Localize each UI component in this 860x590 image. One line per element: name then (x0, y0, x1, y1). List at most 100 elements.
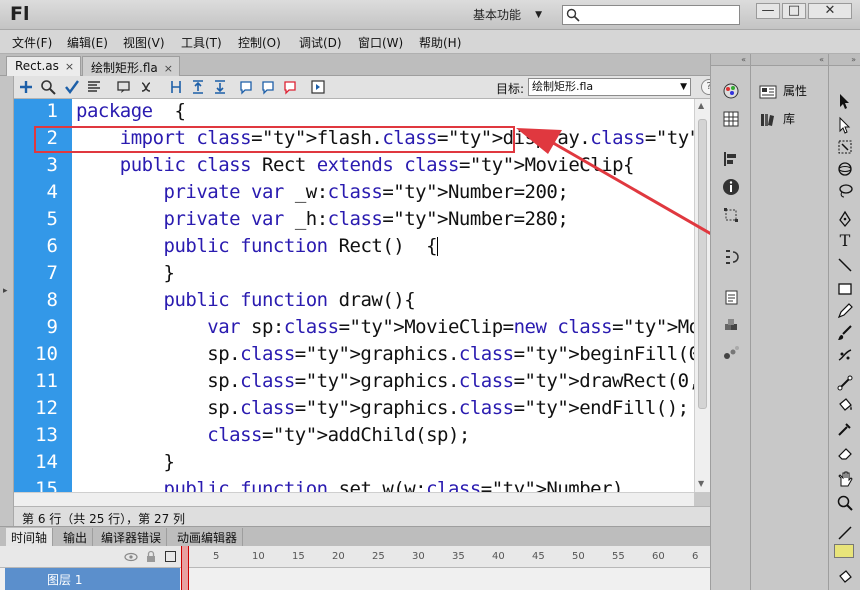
panel-collapse-bar[interactable]: « (751, 54, 828, 66)
apply-line-comment-icon[interactable] (260, 79, 276, 95)
eraser-tool-icon[interactable] (836, 444, 854, 462)
properties-tab[interactable]: 属性 (759, 82, 807, 100)
tab-output[interactable]: 输出 (58, 528, 94, 547)
motion-presets-icon[interactable] (722, 344, 740, 362)
code-line[interactable]: 13 class="ty">addChild(sp); (14, 423, 694, 450)
app-logo: Fl (10, 3, 30, 25)
eye-icon[interactable] (124, 551, 138, 563)
deco-tool-icon[interactable] (836, 346, 854, 364)
horizontal-scrollbar[interactable] (14, 492, 694, 506)
menu-help[interactable]: 帮助(H) (419, 34, 461, 51)
transform-icon[interactable] (722, 206, 740, 224)
panel-collapse-bar[interactable]: » (829, 54, 860, 66)
pencil-tool-icon[interactable] (836, 302, 854, 320)
workspace-switcher[interactable]: 基本功能 ▼ (465, 6, 550, 25)
check-syntax-icon[interactable] (64, 79, 80, 95)
code-line[interactable]: 15 public function set w(w:class="ty">Nu… (14, 477, 694, 492)
stroke-color-icon[interactable] (836, 524, 854, 542)
color-icon[interactable] (722, 82, 740, 100)
layer-name[interactable]: 图层 1 (5, 568, 180, 590)
add-statement-icon[interactable] (18, 79, 34, 95)
library-tab[interactable]: 库 (759, 110, 795, 128)
vertical-scrollbar[interactable]: ▲ ▼ (694, 99, 710, 492)
scroll-down-icon[interactable]: ▼ (698, 479, 704, 488)
hand-tool-icon[interactable] (836, 470, 854, 488)
code-line[interactable]: 1 package { (14, 99, 694, 126)
fill-color-swatch[interactable] (834, 544, 854, 558)
tab-compiler-errors[interactable]: 编译器错误 (96, 528, 168, 547)
code-editor[interactable]: 1 package {2 import class="ty">flash.clas… (14, 99, 694, 492)
brush-tool-icon[interactable] (836, 324, 854, 342)
3d-rotation-tool-icon[interactable] (836, 160, 854, 178)
code-line[interactable]: 11 sp.class="ty">graphics.class="ty">dra… (14, 369, 694, 396)
panel-collapse-bar[interactable]: « (711, 54, 750, 66)
text-tool-icon[interactable]: T (836, 232, 854, 250)
menu-control[interactable]: 控制(O) (238, 34, 281, 51)
lasso-tool-icon[interactable] (836, 182, 854, 200)
history-icon[interactable] (722, 248, 740, 266)
subselection-tool-icon[interactable] (836, 116, 854, 134)
scroll-thumb[interactable] (698, 119, 707, 409)
tab-rect-as[interactable]: Rect.as × (6, 56, 82, 77)
menu-file[interactable]: 文件(F) (12, 34, 52, 51)
code-line[interactable]: 5 private var _h:class="ty">Number=280; (14, 207, 694, 234)
info-icon[interactable] (722, 178, 740, 196)
find-icon[interactable] (40, 79, 56, 95)
selection-tool-icon[interactable] (836, 92, 854, 110)
components-icon[interactable] (722, 316, 740, 334)
menu-debug[interactable]: 调试(D) (299, 34, 342, 51)
code-line[interactable]: 14 } (14, 450, 694, 477)
scroll-up-icon[interactable]: ▲ (698, 101, 704, 110)
apply-block-comment-icon[interactable] (238, 79, 254, 95)
bone-tool-icon[interactable] (836, 374, 854, 392)
code-line[interactable]: 6 public function Rect() { (14, 234, 694, 261)
paint-bucket-tool-icon[interactable] (836, 396, 854, 414)
free-transform-tool-icon[interactable] (836, 138, 854, 156)
collapse-braces-icon[interactable] (168, 79, 184, 95)
tab-fla[interactable]: 绘制矩形.fla × (82, 56, 180, 76)
tab-timeline[interactable]: 时间轴 (6, 528, 54, 547)
outline-icon[interactable] (165, 551, 176, 562)
toggle-toolbox-icon[interactable] (310, 79, 326, 95)
auto-format-icon[interactable] (86, 79, 102, 95)
frame-number: 6 (692, 551, 699, 562)
maximize-button[interactable]: □ (782, 3, 806, 19)
target-select[interactable]: 绘制矩形.fla ▼ (528, 78, 691, 96)
menu-view[interactable]: 视图(V) (123, 34, 165, 51)
layer-label: 图层 1 (47, 573, 83, 587)
code-line[interactable]: 12 sp.class="ty">graphics.class="ty">end… (14, 396, 694, 423)
debug-options-icon[interactable] (138, 79, 154, 95)
help-search-input[interactable] (562, 5, 740, 25)
lock-icon[interactable] (145, 550, 157, 563)
tab-motion-editor[interactable]: 动画编辑器 (172, 528, 244, 547)
left-collapse-strip[interactable]: ▸ (0, 76, 14, 526)
eyedropper-tool-icon[interactable] (836, 420, 854, 438)
collapse-selection-icon[interactable] (190, 79, 206, 95)
close-icon[interactable]: × (164, 62, 173, 75)
menu-tools[interactable]: 工具(T) (181, 34, 222, 51)
minimize-button[interactable]: — (756, 3, 780, 19)
code-text: public function set w(w:class="ty">Numbe… (163, 478, 624, 492)
code-hint-icon[interactable] (116, 79, 132, 95)
zoom-tool-icon[interactable] (836, 494, 854, 512)
remove-comment-icon[interactable] (282, 79, 298, 95)
code-line[interactable]: 8 public function draw(){ (14, 288, 694, 315)
code-line[interactable]: 7 } (14, 261, 694, 288)
pen-tool-icon[interactable] (836, 210, 854, 228)
rectangle-tool-icon[interactable] (836, 280, 854, 298)
menu-window[interactable]: 窗口(W) (358, 34, 403, 51)
code-line[interactable]: 4 private var _w:class="ty">Number=200; (14, 180, 694, 207)
playhead[interactable] (181, 546, 189, 590)
actions-icon[interactable] (722, 288, 740, 306)
close-icon[interactable]: × (65, 60, 74, 73)
fill-color-icon[interactable] (836, 568, 854, 586)
code-line[interactable]: 3 public class Rect extends class="ty">M… (14, 153, 694, 180)
code-line[interactable]: 10 sp.class="ty">graphics.class="ty">beg… (14, 342, 694, 369)
menu-edit[interactable]: 编辑(E) (67, 34, 108, 51)
line-tool-icon[interactable] (836, 256, 854, 274)
align-icon[interactable] (722, 150, 740, 168)
swatches-icon[interactable] (722, 110, 740, 128)
expand-all-icon[interactable] (212, 79, 228, 95)
close-button[interactable]: ✕ (808, 3, 852, 19)
code-line[interactable]: 9 var sp:class="ty">MovieClip=new class=… (14, 315, 694, 342)
